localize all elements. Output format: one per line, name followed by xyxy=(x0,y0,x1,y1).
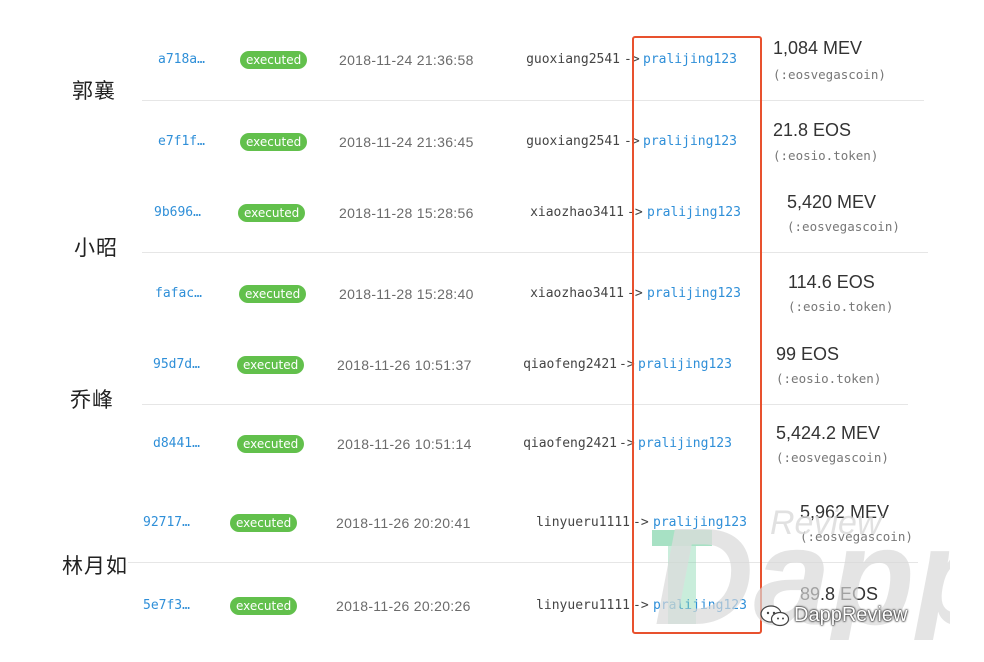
row-divider xyxy=(142,404,908,405)
from-account: qiaofeng2421 xyxy=(523,357,617,372)
tx-hash-link[interactable]: 9b696… xyxy=(154,205,201,220)
transfer-arrow: -> xyxy=(624,52,640,67)
token-contract: (:eosio.token) xyxy=(776,371,882,386)
token-contract: (:eosvegascoin) xyxy=(800,529,913,544)
transaction-row: 95d7d… executed 2018-11-26 10:51:37 qiao… xyxy=(0,344,984,386)
to-account-link[interactable]: pralijing123 xyxy=(653,598,747,613)
to-account-link[interactable]: pralijing123 xyxy=(643,52,737,67)
tx-hash-link[interactable]: 95d7d… xyxy=(153,357,200,372)
status-badge: executed xyxy=(239,285,307,303)
token-contract: (:eosvegascoin) xyxy=(776,450,889,465)
transfer-arrow: -> xyxy=(633,598,649,613)
tx-hash-link[interactable]: fafac… xyxy=(155,286,202,301)
tx-hash-link[interactable]: d8441… xyxy=(153,436,200,451)
tx-amount: 89.8 EOS xyxy=(800,584,879,604)
transaction-row: e7f1f… executed 2018-11-24 21:36:45 guox… xyxy=(0,120,984,163)
tx-amount: 5,962 MEV xyxy=(800,502,890,522)
status-badge: executed xyxy=(230,514,298,532)
tx-time: 2018-11-26 10:51:37 xyxy=(337,357,472,373)
to-account-link[interactable]: pralijing123 xyxy=(647,286,741,301)
to-account-link[interactable]: pralijing123 xyxy=(647,205,741,220)
row-divider xyxy=(142,100,924,101)
transaction-row: a718a… executed 2018-11-24 21:36:58 guox… xyxy=(0,38,984,82)
status-badge: executed xyxy=(237,356,305,374)
group-label-linyueru: 林月如 xyxy=(62,554,128,578)
status-badge: executed xyxy=(237,435,305,453)
tx-time: 2018-11-28 15:28:40 xyxy=(339,286,474,302)
status-badge: executed xyxy=(230,597,298,615)
watermark-credit-text: DappReview xyxy=(794,604,908,626)
from-account: guoxiang2541 xyxy=(526,134,620,149)
token-contract: (:eosio.token) xyxy=(773,148,879,163)
from-account: linyueru1111 xyxy=(536,598,630,613)
tx-time: 2018-11-24 21:36:58 xyxy=(339,52,474,68)
group-label-guoxiang: 郭襄 xyxy=(72,79,116,103)
transaction-row: d8441… executed 2018-11-26 10:51:14 qiao… xyxy=(0,422,984,465)
transaction-row: 92717… executed 2018-11-26 20:20:41 liny… xyxy=(0,502,984,544)
tx-amount: 5,420 MEV xyxy=(787,192,877,212)
row-divider xyxy=(142,252,928,253)
from-account: qiaofeng2421 xyxy=(523,436,617,451)
to-account-link[interactable]: pralijing123 xyxy=(643,134,737,149)
transfer-arrow: -> xyxy=(627,286,643,301)
transfer-arrow: -> xyxy=(619,436,635,451)
tx-hash-link[interactable]: 92717… xyxy=(143,515,190,530)
group-label-qiaofeng: 乔峰 xyxy=(70,388,114,412)
tx-amount: 1,084 MEV xyxy=(773,38,863,58)
tx-time: 2018-11-26 20:20:26 xyxy=(336,598,471,614)
from-account: xiaozhao3411 xyxy=(530,286,624,301)
from-account: guoxiang2541 xyxy=(526,52,620,67)
tx-amount: 99 EOS xyxy=(776,344,840,364)
to-account-link[interactable]: pralijing123 xyxy=(638,436,732,451)
row-divider xyxy=(128,562,918,563)
transfer-arrow: -> xyxy=(633,515,649,530)
transfer-arrow: -> xyxy=(627,205,643,220)
wechat-icon xyxy=(760,604,790,626)
tx-time: 2018-11-28 15:28:56 xyxy=(339,205,474,221)
to-account-link[interactable]: pralijing123 xyxy=(653,515,747,530)
token-contract: (:eosvegascoin) xyxy=(787,219,900,234)
token-contract: (:eosvegascoin) xyxy=(773,67,886,82)
tx-hash-link[interactable]: e7f1f… xyxy=(158,134,205,149)
tx-time: 2018-11-26 10:51:14 xyxy=(337,436,472,452)
tx-hash-link[interactable]: 5e7f3… xyxy=(143,598,190,613)
tx-amount: 21.8 EOS xyxy=(773,120,852,140)
transfer-arrow: -> xyxy=(624,134,640,149)
status-badge: executed xyxy=(240,51,308,69)
from-account: xiaozhao3411 xyxy=(530,205,624,220)
token-contract: (:eosio.token) xyxy=(788,299,894,314)
tx-amount: 5,424.2 MEV xyxy=(776,423,881,443)
group-label-xiaozhao: 小昭 xyxy=(74,236,118,260)
transaction-row: 9b696… executed 2018-11-28 15:28:56 xiao… xyxy=(0,192,984,234)
watermark-credit: DappReview xyxy=(760,604,907,627)
tx-hash-link[interactable]: a718a… xyxy=(158,52,205,67)
transaction-row: fafac… executed 2018-11-28 15:28:40 xiao… xyxy=(0,272,984,314)
status-badge: executed xyxy=(240,133,308,151)
status-badge: executed xyxy=(238,204,306,222)
tx-amount: 114.6 EOS xyxy=(788,272,875,292)
tx-time: 2018-11-26 20:20:41 xyxy=(336,515,471,531)
to-account-link[interactable]: pralijing123 xyxy=(638,357,732,372)
from-account: linyueru1111 xyxy=(536,515,630,530)
tx-time: 2018-11-24 21:36:45 xyxy=(339,134,474,150)
transfer-arrow: -> xyxy=(619,357,635,372)
